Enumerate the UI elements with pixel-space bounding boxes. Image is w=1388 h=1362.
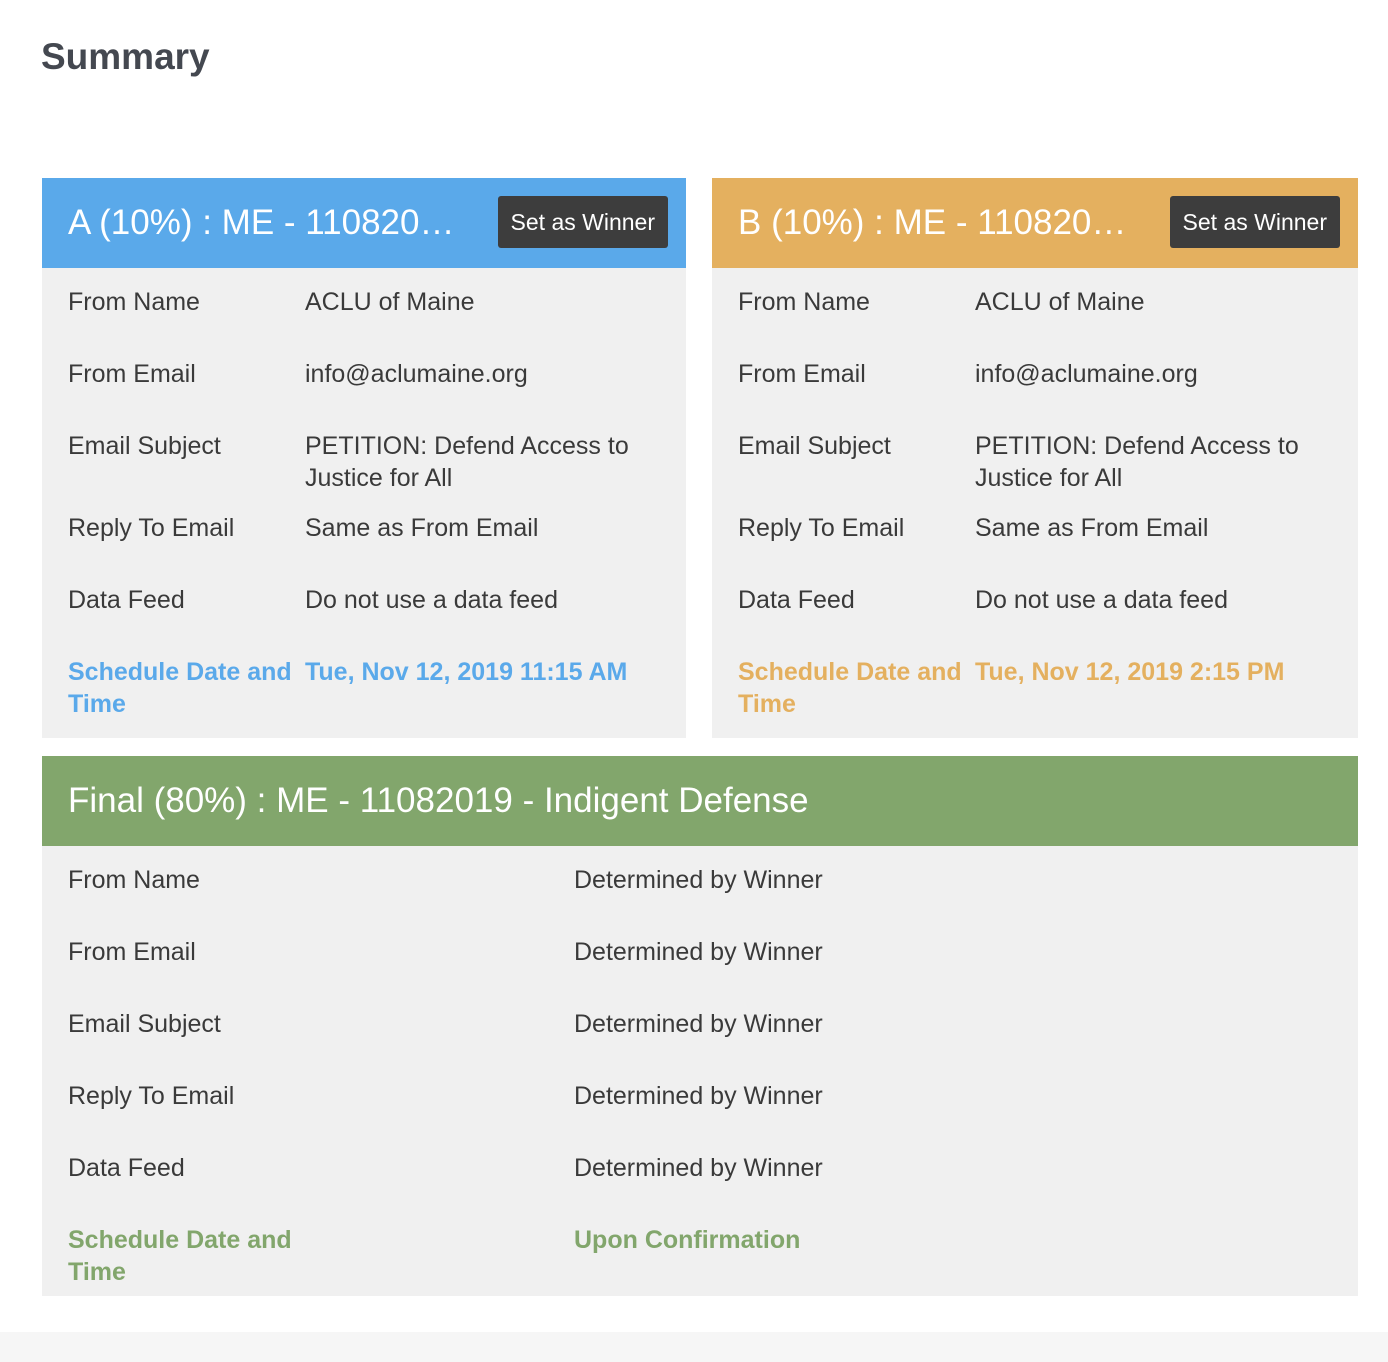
detail-value: ACLU of Maine <box>975 288 1145 316</box>
detail-row-reply-to: Reply To Email Same as From Email <box>738 512 1332 584</box>
final-details: From Name Determined by Winner From Emai… <box>42 846 1358 1296</box>
variant-a-details: From Name ACLU of Maine From Email info@… <box>42 268 686 728</box>
detail-row-from-email: From Email info@aclumaine.org <box>68 358 660 430</box>
detail-label: From Email <box>738 360 866 388</box>
detail-value: ACLU of Maine <box>305 288 475 316</box>
variant-a-header: A (10%) : ME - 11082019 - Indigent Defen… <box>42 178 686 268</box>
detail-label: Reply To Email <box>68 514 235 542</box>
detail-label: Data Feed <box>68 1154 185 1182</box>
detail-value: info@aclumaine.org <box>305 360 528 388</box>
detail-value: Same as From Email <box>975 514 1209 542</box>
detail-row-data-feed: Data Feed Do not use a data feed <box>68 584 660 656</box>
detail-label: Schedule Date and Time <box>738 658 962 718</box>
detail-row-reply-to: Reply To Email Determined by Winner <box>68 1080 1332 1152</box>
detail-label: From Email <box>68 360 196 388</box>
detail-row-from-name: From Name Determined by Winner <box>68 864 1332 936</box>
detail-value: Tue, Nov 12, 2019 2:15 PM <box>975 658 1285 686</box>
detail-row-schedule: Schedule Date and Time Upon Confirmation <box>68 1224 1332 1296</box>
set-winner-a-button[interactable]: Set as Winner <box>497 196 668 248</box>
final-title: Final (80%) : ME - 11082019 - Indigent D… <box>68 781 809 820</box>
set-winner-b-button[interactable]: Set as Winner <box>1169 196 1340 248</box>
detail-label: Data Feed <box>68 586 185 614</box>
bottom-bar <box>0 1332 1388 1362</box>
detail-row-from-email: From Email info@aclumaine.org <box>738 358 1332 430</box>
variant-b-header: B (10%) : ME - 11082019 - Indigent Defen… <box>712 178 1358 268</box>
detail-value: Determined by Winner <box>574 1154 823 1182</box>
detail-value: Determined by Winner <box>574 866 823 894</box>
detail-label: From Email <box>68 938 196 966</box>
detail-row-email-subject: Email Subject Determined by Winner <box>68 1008 1332 1080</box>
detail-value: info@aclumaine.org <box>975 360 1198 388</box>
detail-value: Tue, Nov 12, 2019 11:15 AM <box>305 658 628 686</box>
detail-row-data-feed: Data Feed Do not use a data feed <box>738 584 1332 656</box>
detail-value: Do not use a data feed <box>305 586 558 614</box>
detail-value: Do not use a data feed <box>975 586 1228 614</box>
variant-b-card: B (10%) : ME - 11082019 - Indigent Defen… <box>712 178 1358 738</box>
detail-label: Data Feed <box>738 586 855 614</box>
detail-row-from-name: From Name ACLU of Maine <box>738 286 1332 358</box>
detail-row-reply-to: Reply To Email Same as From Email <box>68 512 660 584</box>
detail-row-from-email: From Email Determined by Winner <box>68 936 1332 1008</box>
detail-row-schedule: Schedule Date and Time Tue, Nov 12, 2019… <box>68 656 660 728</box>
detail-label: From Name <box>68 866 200 894</box>
detail-label: Reply To Email <box>738 514 905 542</box>
detail-row-schedule: Schedule Date and Time Tue, Nov 12, 2019… <box>738 656 1332 728</box>
final-header: Final (80%) : ME - 11082019 - Indigent D… <box>42 756 1358 846</box>
detail-label: Schedule Date and Time <box>68 1226 292 1286</box>
variant-b-title: B (10%) : ME - 11082019 - Indigent Defen… <box>738 203 1142 242</box>
detail-value: Upon Confirmation <box>574 1226 801 1254</box>
page-title: Summary <box>41 36 210 77</box>
detail-row-from-name: From Name ACLU of Maine <box>68 286 660 358</box>
variant-b-details: From Name ACLU of Maine From Email info@… <box>712 268 1358 728</box>
detail-label: Reply To Email <box>68 1082 235 1110</box>
variant-a-card: A (10%) : ME - 11082019 - Indigent Defen… <box>42 178 686 738</box>
detail-value: Same as From Email <box>305 514 539 542</box>
detail-value: Determined by Winner <box>574 1082 823 1110</box>
detail-label: Email Subject <box>738 432 891 460</box>
detail-row-email-subject: Email Subject PETITION: Defend Access to… <box>68 430 660 512</box>
variant-a-title: A (10%) : ME - 11082019 - Indigent Defen… <box>68 203 470 242</box>
detail-row-email-subject: Email Subject PETITION: Defend Access to… <box>738 430 1332 512</box>
detail-label: From Name <box>68 288 200 316</box>
detail-value: Determined by Winner <box>574 938 823 966</box>
detail-label: Email Subject <box>68 1010 221 1038</box>
detail-row-data-feed: Data Feed Determined by Winner <box>68 1152 1332 1224</box>
final-card: Final (80%) : ME - 11082019 - Indigent D… <box>42 756 1358 1296</box>
detail-label: Email Subject <box>68 432 221 460</box>
detail-value: PETITION: Defend Access to Justice for A… <box>305 432 629 492</box>
detail-value: Determined by Winner <box>574 1010 823 1038</box>
detail-label: Schedule Date and Time <box>68 658 292 718</box>
detail-value: PETITION: Defend Access to Justice for A… <box>975 432 1299 492</box>
detail-label: From Name <box>738 288 870 316</box>
